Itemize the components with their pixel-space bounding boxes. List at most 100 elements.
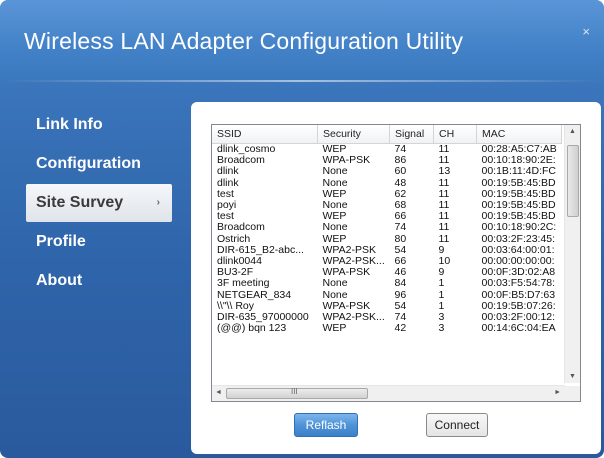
mac-cell: 00:19:5B:45:BD [481, 211, 556, 223]
window-title: Wireless LAN Adapter Configuration Utili… [24, 28, 464, 54]
security-cell: WPA2-PSK [322, 244, 376, 256]
channel-cell: 1 [438, 300, 445, 312]
sidebar-item-label: About [36, 272, 83, 289]
signal-cell: 74 [394, 143, 407, 155]
table-row[interactable]: 3F meeting None 84 1 00:03:F5:54:78: [212, 278, 562, 289]
horizontal-scroll-thumb[interactable]: III [226, 387, 368, 399]
mac-cell: 00:19:5B:45:BD [481, 188, 556, 200]
table-row[interactable]: Ostrich WEP 80 11 00:03:2F:23:45: [212, 234, 562, 245]
channel-cell: 11 [438, 143, 450, 155]
vertical-scrollbar[interactable]: ▲ ▼ [564, 125, 580, 383]
sidebar-item-link-info[interactable]: Link Info [26, 106, 176, 144]
ssid-cell: \\"\\ Roy [217, 300, 254, 312]
network-list[interactable]: SSID Security Signal CH MAC dlink_cosmo W… [211, 124, 581, 402]
ssid-cell: Ostrich [217, 233, 251, 245]
channel-cell: 13 [438, 166, 451, 178]
table-row[interactable]: poyi None 68 11 00:19:5B:45:BD [212, 200, 562, 211]
signal-cell: 46 [394, 267, 407, 279]
column-header-ssid[interactable]: SSID [212, 125, 318, 144]
security-cell: WEP [322, 233, 347, 245]
app-window: Wireless LAN Adapter Configuration Utili… [0, 0, 604, 458]
ssid-cell: dlink [217, 177, 239, 189]
channel-cell: 1 [438, 289, 445, 301]
ssid-cell: poyi [217, 200, 237, 212]
scroll-down-arrow-icon[interactable]: ▼ [569, 373, 576, 380]
ssid-cell: Broadcom [217, 222, 265, 234]
security-cell: WPA-PSK [322, 267, 371, 279]
sidebar-item-label: Configuration [36, 155, 141, 172]
ssid-cell: DIR-615_B2-abc... [217, 244, 304, 256]
signal-cell: 62 [394, 188, 407, 200]
column-header-signal[interactable]: Signal [389, 125, 434, 144]
mac-cell: 00:03:F5:54:78: [481, 278, 556, 290]
signal-cell: 48 [394, 177, 407, 189]
horizontal-scrollbar[interactable]: ◄ III ► [212, 385, 565, 401]
column-header-channel[interactable]: CH [433, 125, 477, 144]
sidebar-item-profile[interactable]: Profile [26, 223, 176, 261]
sidebar-item-label: Profile [36, 233, 86, 250]
mac-cell: 00:03:64:00:01: [481, 244, 555, 256]
table-row[interactable]: dlink None 48 11 00:19:5B:45:BD [212, 178, 562, 189]
channel-cell: 11 [438, 211, 450, 223]
channel-cell: 1 [438, 278, 445, 290]
network-table: SSID Security Signal CH MAC dlink_cosmo W… [212, 125, 562, 334]
title-bar: Wireless LAN Adapter Configuration Utili… [0, 0, 604, 82]
table-row[interactable]: (@@) bqn 123 WEP 42 3 00:14:6C:04:EA [212, 323, 562, 334]
ssid-cell: NETGEAR_834 [217, 289, 292, 301]
table-header-row: SSID Security Signal CH MAC [212, 125, 562, 144]
mac-cell: 00:10:18:90:2C: [481, 222, 557, 234]
mac-cell: 00:03:2F:23:45: [481, 233, 556, 245]
mac-cell: 00:0F:3D:02:A8 [481, 267, 556, 279]
signal-cell: 86 [394, 155, 407, 167]
mac-cell: 00:19:5B:45:BD [481, 200, 556, 212]
signal-cell: 84 [394, 278, 407, 290]
sidebar-item-label: Link Info [36, 116, 103, 133]
table-row[interactable]: BU3-2F WPA-PSK 46 9 00:0F:3D:02:A8 [212, 267, 562, 278]
table-row[interactable]: dlink_cosmo WEP 74 11 00:28:A5:C7:AB [212, 144, 562, 156]
channel-cell: 11 [438, 233, 450, 245]
security-cell: WEP [322, 188, 347, 200]
mac-cell: 00:1B:11:4D:FC [481, 166, 557, 178]
channel-cell: 11 [438, 177, 450, 189]
scroll-left-arrow-icon[interactable]: ◄ [215, 389, 222, 396]
mac-cell: 00:10:18:90:2E: [481, 155, 556, 167]
sidebar-item-about[interactable]: About [26, 262, 176, 300]
signal-cell: 66 [394, 211, 407, 223]
table-row[interactable]: Broadcom None 74 11 00:10:18:90:2C: [212, 222, 562, 233]
signal-cell: 74 [394, 312, 407, 324]
table-row[interactable]: DIR-615_B2-abc... WPA2-PSK 54 9 00:03:64:00:… [212, 245, 562, 256]
scroll-right-arrow-icon[interactable]: ► [554, 389, 561, 396]
signal-cell: 96 [394, 289, 407, 301]
signal-cell: 68 [394, 200, 407, 212]
table-row[interactable]: \\"\\ Roy WPA-PSK 54 1 00:19:5B:07:26: [212, 301, 562, 312]
table-row[interactable]: dlink None 60 13 00:1B:11:4D:FC [212, 166, 562, 177]
close-icon[interactable]: × [582, 24, 590, 39]
security-cell: WPA-PSK [322, 155, 371, 167]
table-row[interactable]: DIR-635_97000000 WPA2-PSK... 74 3 00:03:2F:0… [212, 312, 562, 323]
security-cell: None [322, 278, 348, 290]
mac-cell: 00:03:2F:00:12: [481, 312, 556, 324]
scroll-up-arrow-icon[interactable]: ▲ [569, 128, 576, 135]
sidebar-item-site-survey[interactable]: Site Survey › [26, 184, 172, 222]
table-row[interactable]: dlink0044 WPA2-PSK... 66 10 00:00:00:00:00: [212, 256, 562, 267]
security-cell: None [322, 166, 348, 178]
security-cell: WPA2-PSK... [322, 312, 385, 324]
sidebar-item-label: Site Survey [36, 194, 124, 211]
column-header-security[interactable]: Security [317, 125, 390, 144]
mac-cell: 00:00:00:00:00: [481, 256, 555, 268]
connect-button[interactable]: Connect [426, 413, 488, 437]
sidebar-item-configuration[interactable]: Configuration [26, 145, 176, 183]
table-row[interactable]: test WEP 66 11 00:19:5B:45:BD [212, 211, 562, 222]
vertical-scroll-thumb[interactable] [567, 145, 579, 217]
table-row[interactable]: test WEP 62 11 00:19:5B:45:BD [212, 189, 562, 200]
table-row[interactable]: NETGEAR_834 None 96 1 00:0F:B5:D7:63 [212, 290, 562, 301]
table-row[interactable]: Broadcom WPA-PSK 86 11 00:10:18:90:2E: [212, 155, 562, 166]
channel-cell: 11 [438, 155, 450, 167]
reflash-button[interactable]: Reflash [294, 413, 358, 437]
mac-cell: 00:28:A5:C7:AB [481, 143, 557, 155]
ssid-cell: dlink0044 [217, 256, 262, 268]
column-header-mac[interactable]: MAC [476, 125, 562, 144]
security-cell: WPA2-PSK... [322, 256, 385, 268]
signal-cell: 74 [394, 222, 407, 234]
signal-cell: 54 [394, 244, 407, 256]
